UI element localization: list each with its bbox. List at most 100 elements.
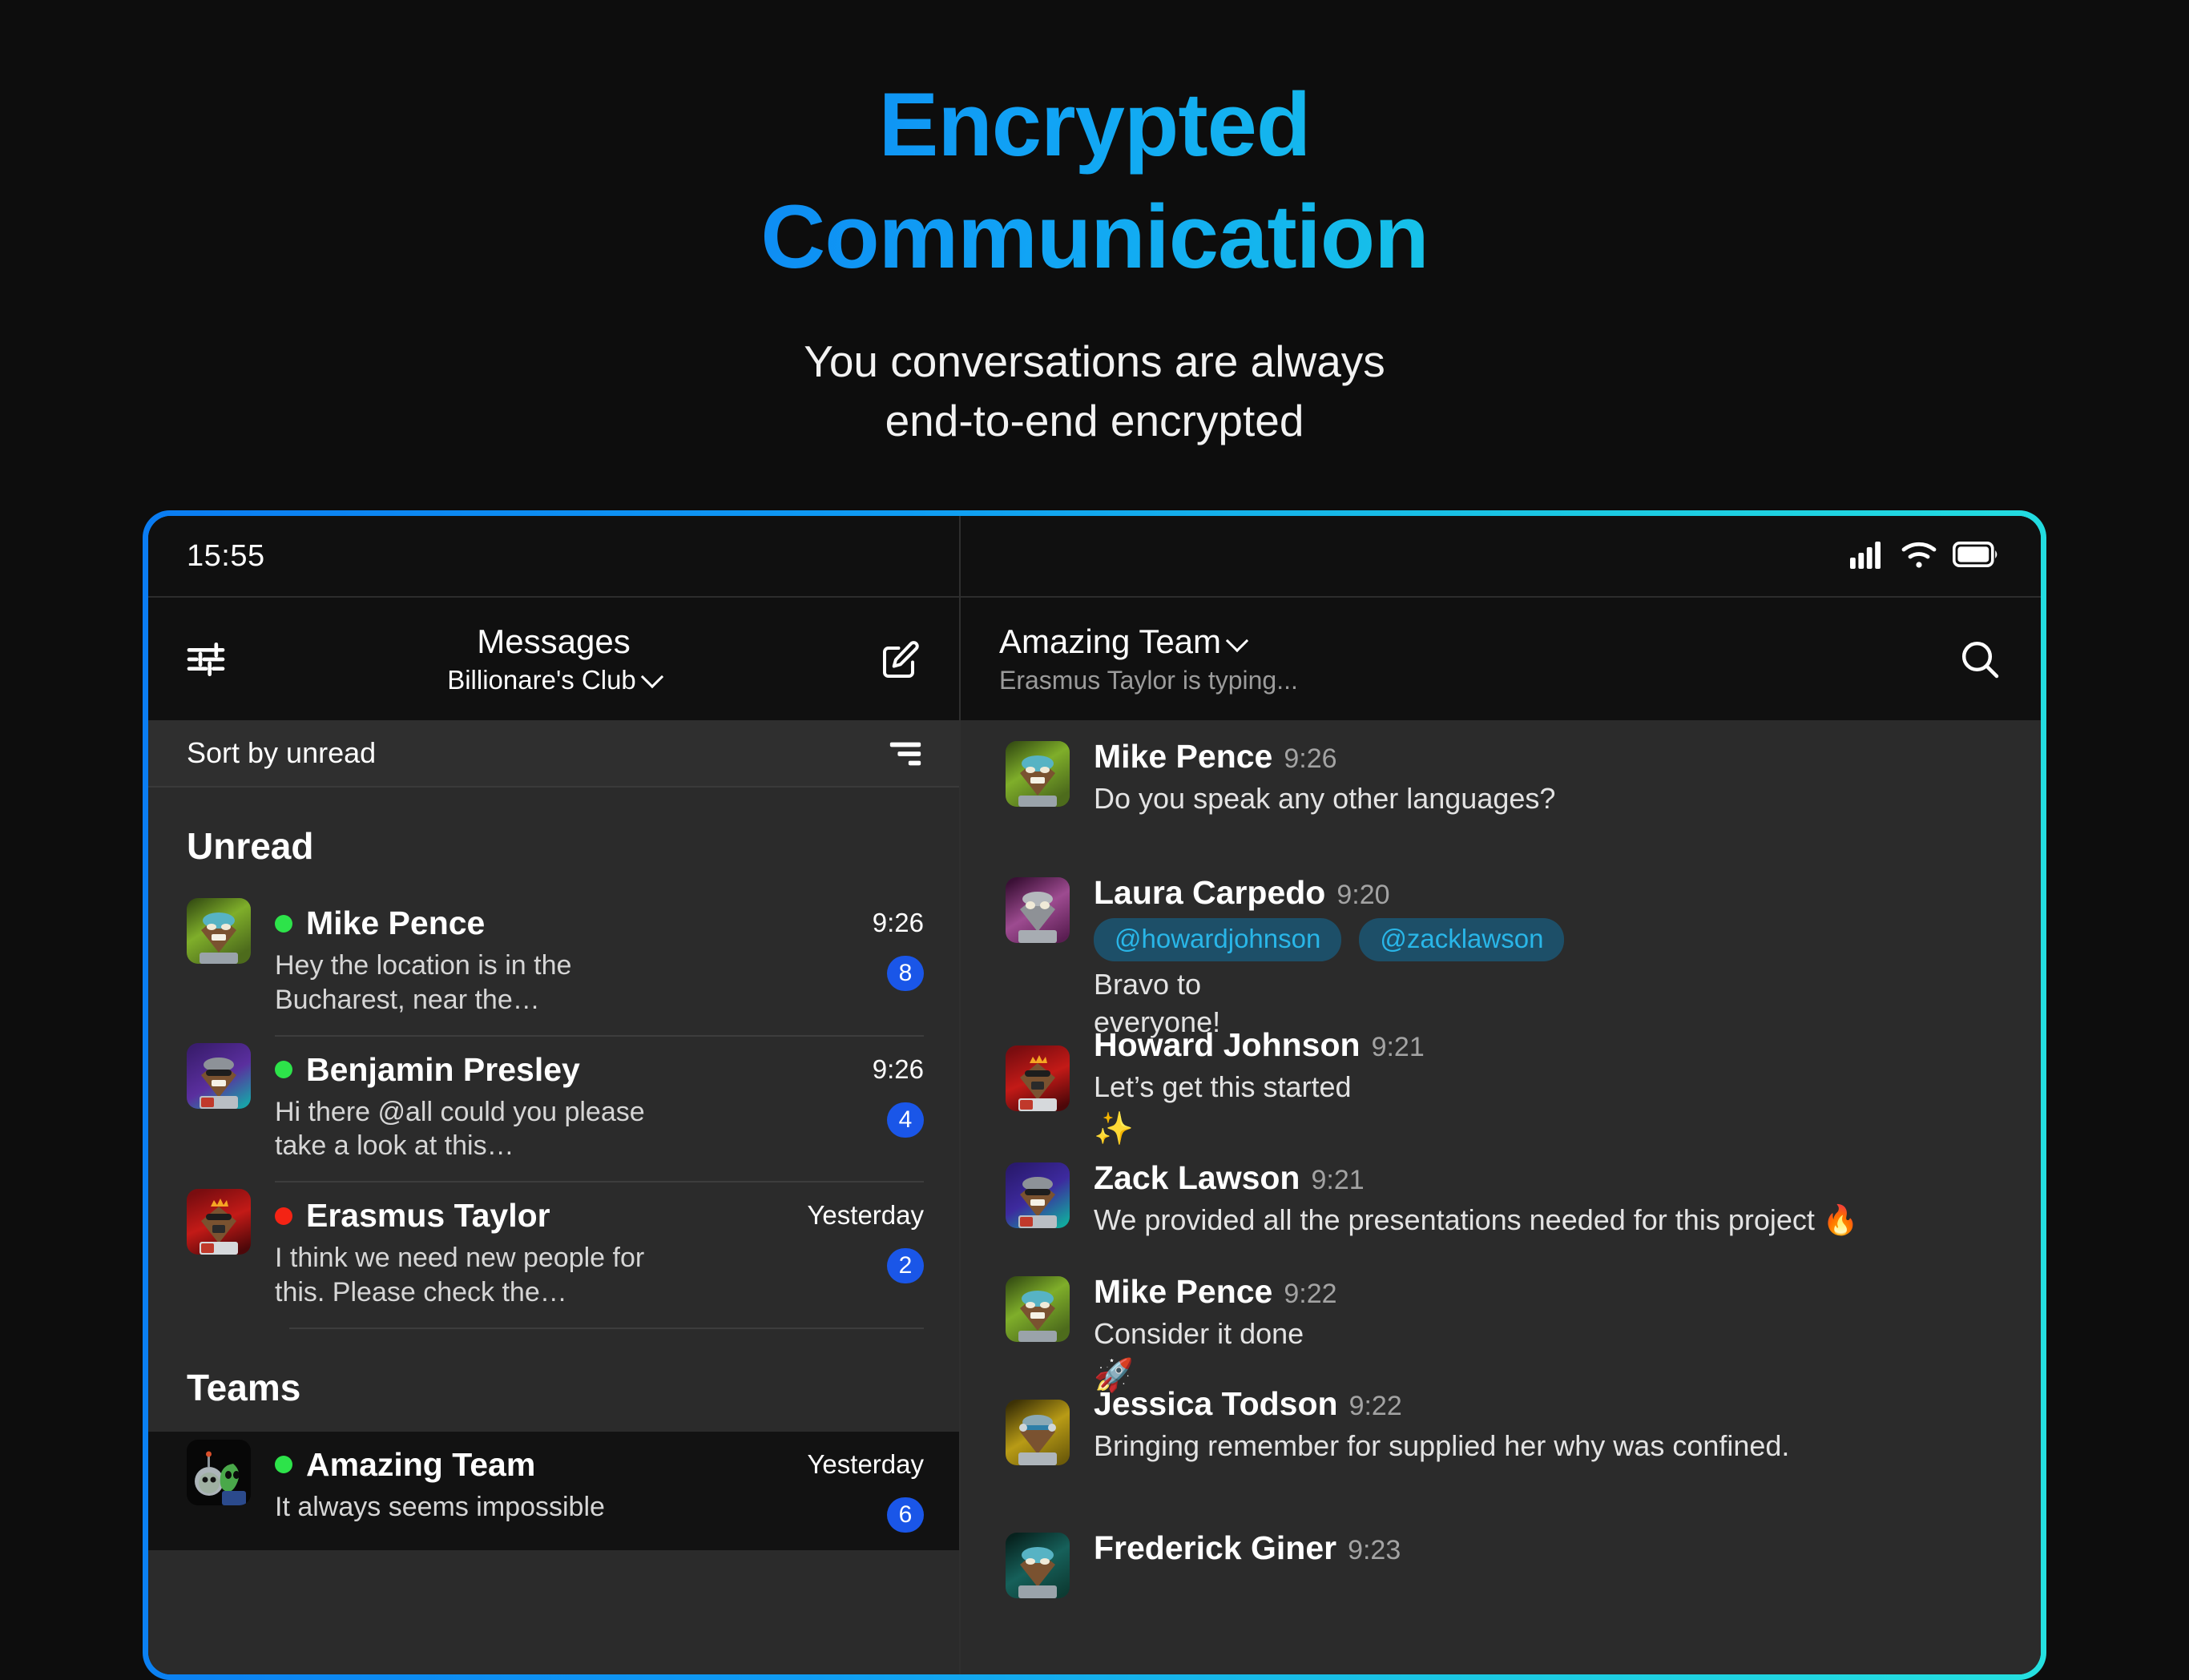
conversation-list-panel: 15:55 Messages Billionare's Club Sort by… xyxy=(148,516,961,1674)
message-time: 9:21 xyxy=(1371,1032,1425,1063)
sort-label: Sort by unread xyxy=(187,736,377,769)
presence-dot xyxy=(275,1207,292,1225)
avatar xyxy=(1006,1532,1070,1598)
filter-icon[interactable] xyxy=(887,737,924,769)
message-list[interactable]: Mike Pence 9:26 Do you speak any other l… xyxy=(961,720,2041,1674)
page-title: Encrypted Communication xyxy=(494,69,1695,293)
device-frame: 15:55 Messages Billionare's Club Sort by… xyxy=(143,510,2046,1680)
page-title-line-2: Communication xyxy=(760,187,1429,287)
avatar xyxy=(1006,741,1070,807)
messages-header: Messages Billionare's Club xyxy=(148,598,959,720)
messages-title-block: Messages Billionare's Club xyxy=(148,622,959,695)
section-header-teams: Teams xyxy=(187,1366,301,1408)
hero-section: Encrypted Communication You conversation… xyxy=(0,0,2189,451)
unread-badge: 6 xyxy=(887,1497,924,1533)
avatar xyxy=(1006,876,1070,943)
message-text: We provided all the presentations needed… xyxy=(1094,1203,1859,1237)
message-sender: Mike Pence xyxy=(1094,1272,1273,1310)
conversation-preview: Hey the location is in the Bucharest, ne… xyxy=(275,950,572,1015)
search-icon[interactable] xyxy=(1957,637,2002,682)
conversation-list[interactable]: Unread Mike Pence Hey the location is in… xyxy=(148,788,959,1674)
wifi-icon xyxy=(1900,539,1938,574)
cellular-signal-icon xyxy=(1850,540,1885,573)
chevron-down-icon xyxy=(640,665,663,689)
message-text: Let’s get this started xyxy=(1094,1070,1352,1104)
list-item[interactable]: Erasmus Taylor I think we need new peopl… xyxy=(148,1181,959,1327)
avatar xyxy=(187,1042,251,1109)
avatar xyxy=(1006,1045,1070,1112)
avatar xyxy=(187,1189,251,1255)
compose-icon[interactable] xyxy=(879,637,924,682)
message-sender: Laura Carpedo xyxy=(1094,873,1326,911)
avatar xyxy=(1006,1399,1070,1465)
message-sender: Zack Lawson xyxy=(1094,1159,1300,1197)
mention-list: @howardjohnson @zacklawson xyxy=(1094,917,2002,961)
message-time: 9:23 xyxy=(1348,1534,1401,1565)
mention-pill[interactable]: @howardjohnson xyxy=(1094,917,1342,961)
message-sender: Frederick Giner xyxy=(1094,1529,1337,1566)
message-sender: Mike Pence xyxy=(1094,738,1273,775)
avatar xyxy=(1006,1162,1070,1229)
avatar xyxy=(187,1439,251,1505)
conversation-time: 9:26 xyxy=(872,1054,924,1084)
list-item[interactable]: Mike Pence Hey the location is in the Bu… xyxy=(148,890,959,1035)
chat-header: Amazing Team Erasmus Taylor is typing... xyxy=(961,598,2041,720)
conversation-name: Erasmus Taylor xyxy=(275,1197,791,1235)
page-title-messages: Messages xyxy=(477,622,631,660)
message-item: Mike Pence 9:26 Do you speak any other l… xyxy=(961,738,2041,831)
conversation-preview: It always seems impossible xyxy=(275,1491,605,1522)
status-bar-left: 15:55 xyxy=(148,516,959,598)
unread-badge: 8 xyxy=(887,956,924,991)
unread-badge: 4 xyxy=(887,1102,924,1138)
workspace-selector[interactable]: Billionare's Club xyxy=(148,665,959,695)
workspace-name: Billionare's Club xyxy=(447,665,636,695)
message-time: 9:26 xyxy=(1284,743,1337,774)
conversation-time: Yesterday xyxy=(807,1448,924,1479)
message-sender: Jessica Todson xyxy=(1094,1384,1338,1422)
chevron-down-icon xyxy=(1225,630,1249,653)
list-item[interactable]: Amazing Team It always seems impossible … xyxy=(148,1431,959,1550)
status-bar-right xyxy=(961,516,2041,598)
page-title-line-1: Encrypted xyxy=(878,75,1311,175)
message-emoji: ✨ xyxy=(1094,1111,1134,1147)
chat-title-block: Amazing Team Erasmus Taylor is typing... xyxy=(999,622,1298,695)
message-item: Zack Lawson 9:21 We provided all the pre… xyxy=(961,1159,2041,1252)
conversation-time: 9:26 xyxy=(872,908,924,937)
presence-dot xyxy=(275,914,292,933)
chat-panel: Amazing Team Erasmus Taylor is typing... xyxy=(961,516,2041,1674)
conversation-name: Mike Pence xyxy=(275,904,857,942)
message-text: Consider it done xyxy=(1094,1316,1304,1350)
message-sender: Howard Johnson xyxy=(1094,1026,1361,1064)
app-window: 15:55 Messages Billionare's Club Sort by… xyxy=(148,516,2041,1674)
conversation-name: Amazing Team xyxy=(275,1446,791,1484)
message-time: 9:20 xyxy=(1336,879,1390,910)
conversation-preview: I think we need new people for this. Ple… xyxy=(275,1243,645,1308)
avatar xyxy=(187,898,251,964)
message-time: 9:21 xyxy=(1311,1165,1365,1196)
page-subtitle: You conversations are always end-to-end … xyxy=(0,332,2189,451)
conversation-preview: Hi there @all could you please take a lo… xyxy=(275,1096,645,1162)
list-item[interactable]: Benjamin Presley Hi there @all could you… xyxy=(148,1034,959,1182)
clock: 15:55 xyxy=(187,538,265,573)
page-subtitle-line-2: end-to-end encrypted xyxy=(885,396,1304,446)
conversation-name: Benjamin Presley xyxy=(275,1051,857,1089)
chat-title[interactable]: Amazing Team xyxy=(999,622,1298,660)
message-item: Jessica Todson 9:22 Bringing remember fo… xyxy=(961,1385,2041,1478)
message-text: Do you speak any other languages? xyxy=(1094,782,1556,815)
avatar xyxy=(1006,1275,1070,1342)
battery-icon xyxy=(1952,541,1999,571)
message-item: Frederick Giner 9:23 xyxy=(961,1529,2041,1598)
page-subtitle-line-1: You conversations are always xyxy=(804,336,1385,386)
sort-bar[interactable]: Sort by unread xyxy=(148,720,959,788)
mention-pill[interactable]: @zacklawson xyxy=(1359,917,1565,961)
message-item: Howard Johnson 9:21 Let’s get this start… xyxy=(961,1026,2041,1159)
message-time: 9:22 xyxy=(1284,1278,1337,1309)
typing-indicator: Erasmus Taylor is typing... xyxy=(999,665,1298,695)
message-time: 9:22 xyxy=(1348,1390,1402,1421)
presence-dot xyxy=(275,1456,292,1474)
sliders-icon[interactable] xyxy=(183,637,228,682)
message-text: Bringing remember for supplied her why w… xyxy=(1094,1428,1790,1462)
conversation-time: Yesterday xyxy=(807,1200,924,1231)
presence-dot xyxy=(275,1061,292,1079)
unread-badge: 2 xyxy=(887,1248,924,1284)
